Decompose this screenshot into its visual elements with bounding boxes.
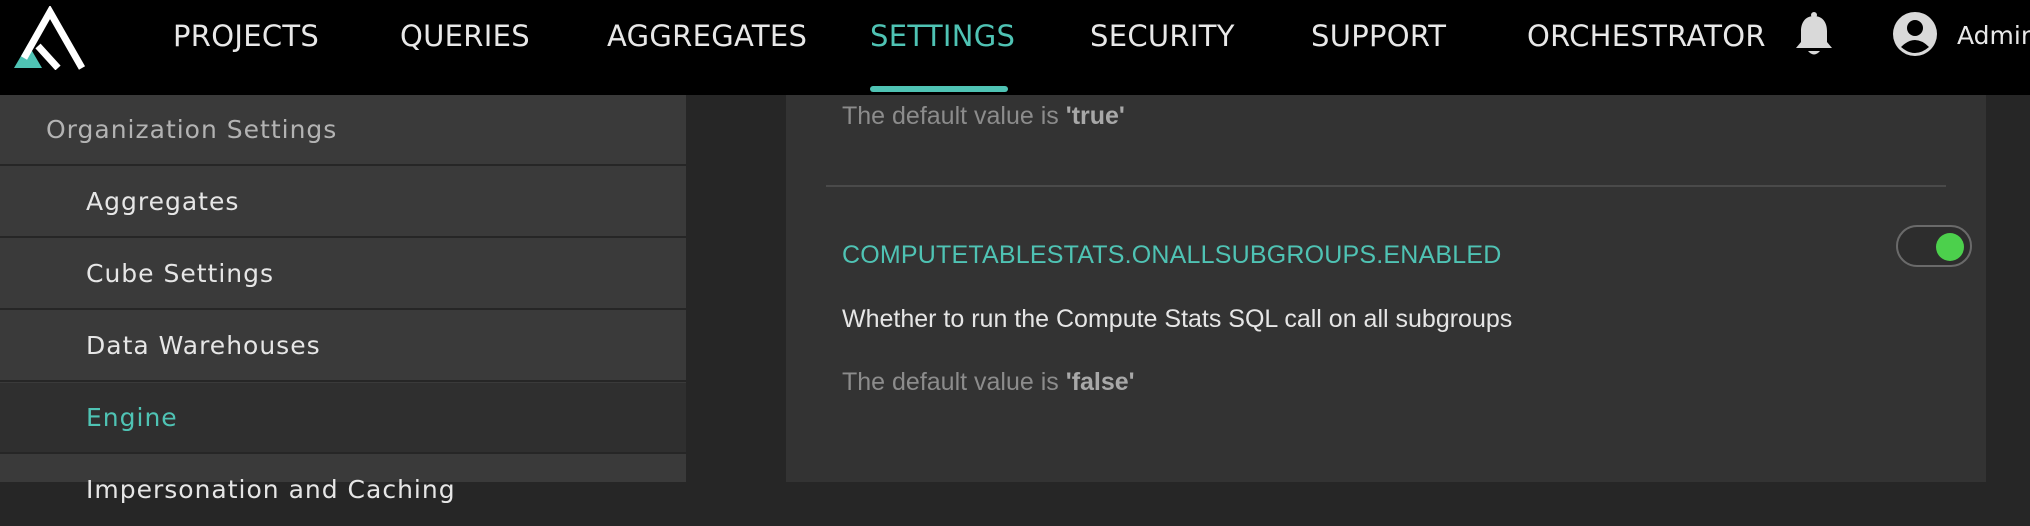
setting-key: COMPUTETABLESTATS.ONALLSUBGROUPS.ENABLED — [842, 241, 1502, 269]
nav-settings[interactable]: SETTINGS — [870, 0, 1015, 95]
nav-queries[interactable]: QUERIES — [400, 0, 530, 95]
user-name[interactable]: Admin — [1957, 0, 2030, 72]
sidebar-item-label: Data Warehouses — [86, 331, 321, 360]
previous-setting-default: The default value is 'true' — [842, 102, 1125, 130]
setting-description: Whether to run the Compute Stats SQL cal… — [842, 305, 1513, 333]
setting-divider — [826, 185, 1946, 187]
sidebar-item-label: Cube Settings — [86, 259, 275, 288]
top-nav-bar: PROJECTS QUERIES AGGREGATES SETTINGS SEC… — [0, 0, 2030, 95]
logo-icon[interactable] — [10, 6, 88, 70]
sidebar-item-data-warehouses[interactable]: Data Warehouses — [0, 311, 686, 382]
sidebar-header-organization-settings[interactable]: Organization Settings — [0, 95, 686, 166]
sidebar-item-label: Engine — [86, 403, 178, 432]
toggle-knob — [1936, 233, 1964, 261]
nav-support[interactable]: SUPPORT — [1311, 0, 1446, 95]
settings-sidebar: Organization Settings Aggregates Cube Se… — [0, 95, 686, 526]
nav-orchestrator[interactable]: ORCHESTRATOR — [1527, 0, 1766, 95]
sidebar-item-aggregates[interactable]: Aggregates — [0, 167, 686, 238]
sidebar-item-cube-settings[interactable]: Cube Settings — [0, 239, 686, 310]
sidebar-header-label: Organization Settings — [46, 115, 338, 144]
sidebar-item-impersonation-and-caching[interactable]: Impersonation and Caching — [0, 455, 686, 526]
setting-enabled-toggle[interactable] — [1896, 225, 1972, 267]
sidebar-item-label: Aggregates — [86, 187, 240, 216]
setting-default-value: The default value is 'false' — [842, 368, 1135, 396]
bell-icon[interactable] — [1793, 12, 1835, 58]
sidebar-item-engine[interactable]: Engine — [0, 383, 686, 454]
user-avatar-icon[interactable] — [1892, 11, 1938, 57]
nav-projects[interactable]: PROJECTS — [173, 0, 319, 95]
sidebar-item-label: Impersonation and Caching — [86, 475, 456, 504]
nav-aggregates[interactable]: AGGREGATES — [607, 0, 807, 95]
nav-security[interactable]: SECURITY — [1090, 0, 1235, 95]
active-tab-indicator — [870, 86, 1008, 92]
settings-panel — [786, 95, 1986, 482]
